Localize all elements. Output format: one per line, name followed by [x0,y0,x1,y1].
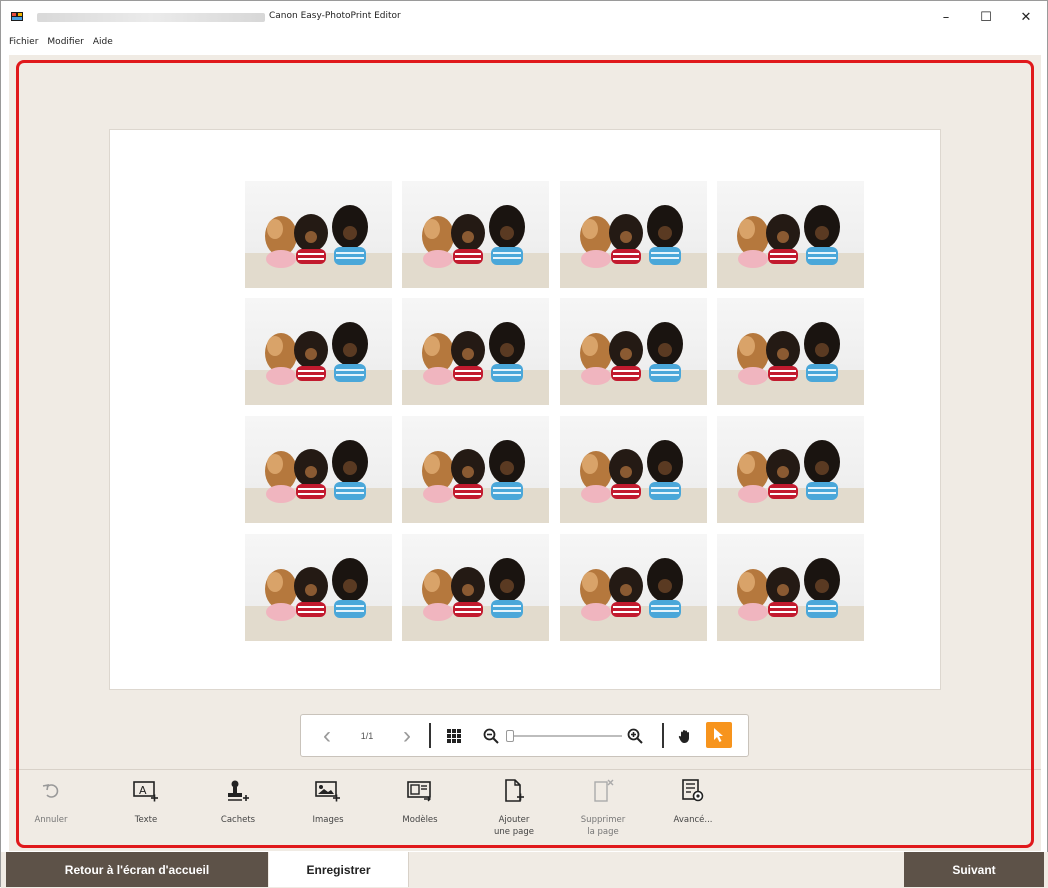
tool-advanced[interactable]: Avancé... [653,776,733,826]
dog-photo-image [402,205,549,288]
text-icon: A [106,776,186,806]
dog-photo-image [245,205,392,288]
app-logo-icon [11,12,23,21]
nav-separator [662,723,664,748]
dog-photo-image [402,440,549,523]
tool-label: Images [312,815,344,825]
tool-label: Texte [134,815,158,825]
grid-view-button[interactable] [439,715,469,756]
menu-fichier[interactable]: Fichier [9,34,38,50]
zoom-slider[interactable] [506,715,622,756]
photo-item[interactable] [245,534,392,641]
dog-photo-image [717,322,864,405]
photo-item[interactable] [245,181,392,288]
next-button[interactable]: Suivant [904,852,1044,887]
dog-photo-image [560,440,707,523]
app-window: Canon Easy-PhotoPrint Editor – ☐ ✕ Fichi… [0,0,1048,888]
maximize-button[interactable]: ☐ [966,7,1006,27]
tool-label: Annuler [34,815,68,825]
tool-image[interactable]: Images [288,776,368,826]
window-title: Canon Easy-PhotoPrint Editor [269,11,401,21]
photo-item[interactable] [402,416,549,523]
photo-item[interactable] [717,534,864,641]
hand-icon [678,729,689,743]
photo-item[interactable] [245,416,392,523]
tool-text[interactable]: A Texte [106,776,186,826]
photo-item[interactable] [560,298,707,405]
add-page-icon [474,776,554,806]
close-button[interactable]: ✕ [1006,7,1046,27]
stamp-icon [198,776,278,806]
toolbar-divider [9,769,1041,770]
photo-item[interactable] [560,181,707,288]
page-navigation-bar: ‹ 1/1 › [300,714,749,757]
title-bar: Canon Easy-PhotoPrint Editor – ☐ ✕ [1,1,1047,33]
cursor-icon [714,728,723,742]
save-button[interactable]: Enregistrer [269,852,409,887]
zoom-slider-line [506,734,622,737]
photo-item[interactable] [402,298,549,405]
photo-item[interactable] [560,416,707,523]
tool-delete-page[interactable]: Supprimer la page [563,776,643,838]
svg-text:A: A [139,784,147,797]
pan-tool-button[interactable] [671,715,699,756]
tool-label: Modèles [402,815,438,825]
dog-photo-image [717,205,864,288]
dog-photo-image [402,322,549,405]
nav-separator [429,723,431,748]
zoom-in-icon [627,728,643,744]
tool-undo[interactable]: Annuler [11,776,91,826]
dog-photo-image [245,322,392,405]
dog-photo-image [560,205,707,288]
tool-label: Cachets [220,815,256,825]
tool-stamp[interactable]: Cachets [198,776,278,826]
zoom-in-button[interactable] [623,715,647,756]
dog-photo-image [560,322,707,405]
tool-label: Avancé... [673,815,713,825]
minimize-button[interactable]: – [926,7,966,27]
photo-item[interactable] [402,181,549,288]
tool-template[interactable]: Modèles [380,776,460,826]
layout-page[interactable] [109,129,941,690]
menu-aide[interactable]: Aide [93,34,113,50]
template-icon [380,776,460,806]
tool-add-page[interactable]: Ajouter une page [474,776,554,838]
zoom-slider-track [506,729,622,742]
undo-icon [11,776,91,806]
previous-page-button[interactable]: ‹ [309,715,345,756]
dog-photo-image [717,558,864,641]
grid-icon [447,728,461,743]
zoom-out-icon [483,728,499,744]
photo-item[interactable] [717,298,864,405]
delete-page-icon [563,776,643,806]
tool-label: Ajouter une page [494,815,534,837]
menu-modifier[interactable]: Modifier [47,34,83,50]
photo-item[interactable] [245,298,392,405]
dog-photo-image [245,440,392,523]
back-to-home-button[interactable]: Retour à l'écran d'accueil [6,852,268,887]
zoom-out-button[interactable] [479,715,503,756]
next-page-button[interactable]: › [389,715,425,756]
photo-item[interactable] [402,534,549,641]
dog-photo-image [402,558,549,641]
photo-item[interactable] [717,416,864,523]
image-icon [288,776,368,806]
photo-item[interactable] [717,181,864,288]
advanced-icon [653,776,733,806]
photo-item[interactable] [560,534,707,641]
menu-bar: Fichier Modifier Aide [1,34,1047,50]
dog-photo-image [245,558,392,641]
select-tool-button[interactable] [706,722,732,748]
title-obscured [37,13,265,22]
tool-label: Supprimer la page [580,815,626,837]
dog-photo-image [717,440,864,523]
dog-photo-image [560,558,707,641]
zoom-slider-handle[interactable] [506,729,514,742]
page-indicator: 1/1 [360,730,374,741]
